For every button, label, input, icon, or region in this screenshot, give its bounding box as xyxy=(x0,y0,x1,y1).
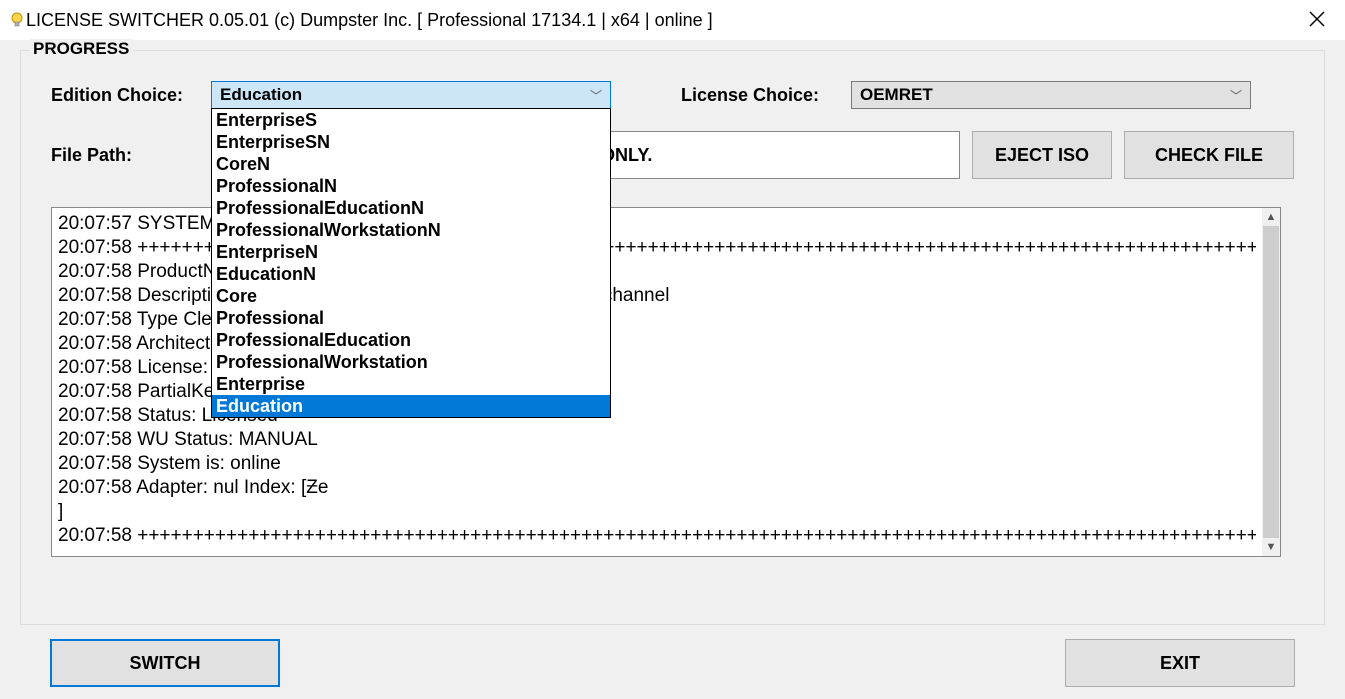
chevron-down-icon: ﹀ xyxy=(590,87,602,104)
edition-selected: Education xyxy=(220,85,590,105)
edition-combo[interactable]: Education ﹀ EnterpriseSEnterpriseSNCoreN… xyxy=(211,81,611,109)
log-line: 20:07:58 +++++++++++++++++++++++++++++++… xyxy=(58,524,1256,548)
exit-button[interactable]: EXIT xyxy=(1065,639,1295,687)
scrollbar[interactable]: ▲ ▼ xyxy=(1262,208,1280,556)
bottom-button-row: SWITCH EXIT xyxy=(50,639,1295,687)
app-icon xyxy=(8,11,26,29)
close-icon xyxy=(1309,11,1325,27)
scroll-thumb[interactable] xyxy=(1263,226,1279,538)
license-label: License Choice: xyxy=(681,85,851,106)
log-line: 20:07:58 System is: online xyxy=(58,452,1256,476)
edition-option[interactable]: ProfessionalWorkstation xyxy=(212,351,610,373)
log-line: 20:07:58 WU Status: MANUAL xyxy=(58,428,1256,452)
edition-option[interactable]: Enterprise xyxy=(212,373,610,395)
log-line: ] xyxy=(58,500,1256,524)
window-title: LICENSE SWITCHER 0.05.01 (c) Dumpster In… xyxy=(26,10,1297,31)
edition-option[interactable]: EducationN xyxy=(212,263,610,285)
edition-option[interactable]: ProfessionalWorkstationN xyxy=(212,219,610,241)
progress-group: PROGRESS Edition Choice: Education ﹀ Ent… xyxy=(20,50,1325,625)
edition-label: Edition Choice: xyxy=(51,85,211,106)
edition-option[interactable]: Professional xyxy=(212,307,610,329)
group-title: PROGRESS xyxy=(29,39,133,59)
edition-option[interactable]: Education xyxy=(212,395,610,417)
scroll-up-icon[interactable]: ▲ xyxy=(1262,208,1280,226)
switch-button[interactable]: SWITCH xyxy=(50,639,280,687)
log-line: 20:07:58 Adapter: nul Index: [Ƶe xyxy=(58,476,1256,500)
edition-option[interactable]: EnterpriseSN xyxy=(212,131,610,153)
edition-option[interactable]: ProfessionalEducationN xyxy=(212,197,610,219)
edition-option[interactable]: ProfessionalN xyxy=(212,175,610,197)
chevron-down-icon: ﹀ xyxy=(1230,87,1242,104)
filepath-label: File Path: xyxy=(51,145,161,166)
edition-option[interactable]: CoreN xyxy=(212,153,610,175)
edition-option[interactable]: Core xyxy=(212,285,610,307)
edition-option[interactable]: ProfessionalEducation xyxy=(212,329,610,351)
scroll-track[interactable] xyxy=(1262,226,1280,538)
eject-iso-button[interactable]: EJECT ISO xyxy=(972,131,1112,179)
edition-option[interactable]: EnterpriseS xyxy=(212,109,610,131)
titlebar: LICENSE SWITCHER 0.05.01 (c) Dumpster In… xyxy=(0,0,1345,40)
client-area: PROGRESS Edition Choice: Education ﹀ Ent… xyxy=(0,40,1345,699)
scroll-down-icon[interactable]: ▼ xyxy=(1262,538,1280,556)
edition-option[interactable]: EnterpriseN xyxy=(212,241,610,263)
edition-dropdown: EnterpriseSEnterpriseSNCoreNProfessional… xyxy=(211,108,611,418)
check-file-button[interactable]: CHECK FILE xyxy=(1124,131,1294,179)
license-selected: OEMRET xyxy=(860,85,1230,105)
close-button[interactable] xyxy=(1297,7,1337,33)
license-combo[interactable]: OEMRET ﹀ xyxy=(851,81,1251,109)
edition-row: Edition Choice: Education ﹀ EnterpriseSE… xyxy=(51,81,1294,109)
